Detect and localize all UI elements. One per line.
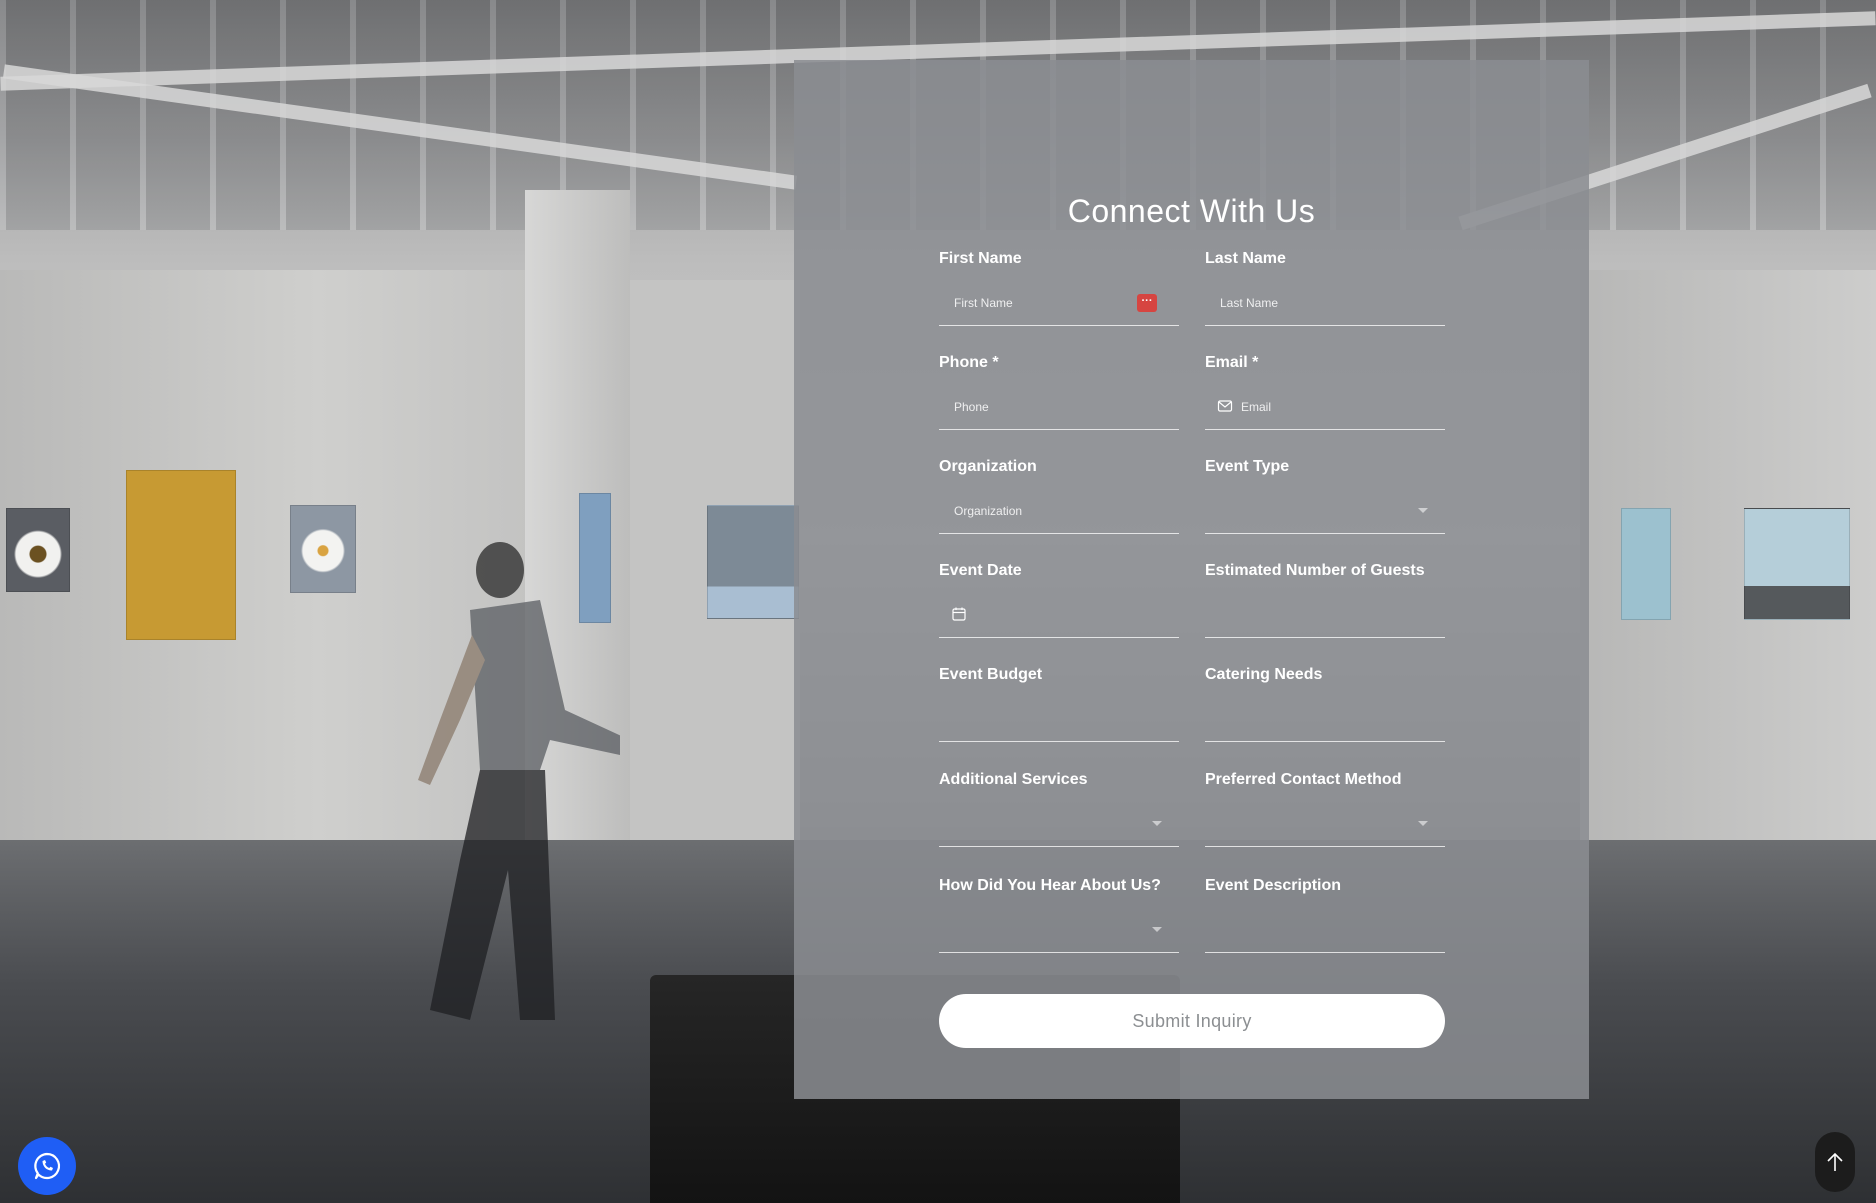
event-type-label: Event Type xyxy=(1205,458,1290,475)
catering-field: Catering Needs xyxy=(1205,666,1445,770)
contact-method-label: Preferred Contact Method xyxy=(1205,771,1402,788)
inquiry-form-panel: Connect With Us First Name First Name ··… xyxy=(794,60,1589,1099)
budget-input[interactable] xyxy=(939,694,1179,742)
event-type-field: Event Type xyxy=(1205,458,1445,562)
scroll-to-top-button[interactable] xyxy=(1815,1132,1855,1192)
last-name-input[interactable]: Last Name xyxy=(1205,278,1445,326)
email-label: Email * xyxy=(1205,354,1259,371)
phone-placeholder: Phone xyxy=(954,400,989,414)
guests-input[interactable] xyxy=(1205,590,1445,638)
first-name-field: First Name First Name ··· xyxy=(939,250,1179,354)
chevron-down-icon xyxy=(1418,821,1428,826)
heard-about-field: How Did You Hear About Us? xyxy=(939,877,1179,981)
phone-label: Phone * xyxy=(939,354,999,371)
description-label: Event Description xyxy=(1205,877,1342,894)
last-name-field: Last Name Last Name xyxy=(1205,250,1445,354)
first-name-placeholder: First Name xyxy=(954,296,1013,310)
guests-field: Estimated Number of Guests xyxy=(1205,562,1445,666)
email-placeholder: Email xyxy=(1241,400,1272,414)
walking-person xyxy=(418,542,620,1020)
heard-about-label: How Did You Hear About Us? xyxy=(939,877,1161,894)
contact-method-select[interactable] xyxy=(1205,799,1445,847)
calendar-icon xyxy=(952,607,966,621)
submit-inquiry-button[interactable]: Submit Inquiry xyxy=(939,994,1445,1048)
mail-icon xyxy=(1217,400,1233,412)
email-input[interactable]: Email xyxy=(1205,382,1445,430)
event-date-label: Event Date xyxy=(939,562,1022,579)
budget-label: Event Budget xyxy=(939,666,1043,683)
guests-label: Estimated Number of Guests xyxy=(1205,562,1425,579)
organization-input[interactable]: Organization xyxy=(939,486,1179,534)
artwork-bird xyxy=(1744,508,1850,620)
last-name-label: Last Name xyxy=(1205,250,1286,267)
event-type-select[interactable] xyxy=(1205,486,1445,534)
last-name-placeholder: Last Name xyxy=(1220,296,1279,310)
whatsapp-icon xyxy=(34,1152,61,1180)
artwork-teal xyxy=(1621,508,1671,620)
catering-input[interactable] xyxy=(1205,694,1445,742)
password-manager-icon[interactable]: ··· xyxy=(1137,294,1157,312)
first-name-input[interactable]: First Name ··· xyxy=(939,278,1179,326)
chevron-down-icon xyxy=(1152,927,1162,932)
form-title: Connect With Us xyxy=(1067,193,1316,229)
organization-field: Organization Organization xyxy=(939,458,1179,562)
organization-placeholder: Organization xyxy=(954,504,1023,518)
first-name-label: First Name xyxy=(939,250,1022,267)
contact-method-field: Preferred Contact Method xyxy=(1205,771,1445,875)
chevron-down-icon xyxy=(1418,508,1428,513)
artwork-yellow xyxy=(126,470,236,640)
budget-field: Event Budget xyxy=(939,666,1179,770)
description-textarea[interactable] xyxy=(1205,905,1445,953)
phone-input[interactable]: Phone xyxy=(939,382,1179,430)
event-date-field: Event Date xyxy=(939,562,1179,666)
whatsapp-button[interactable] xyxy=(18,1137,76,1195)
phone-field: Phone * Phone xyxy=(939,354,1179,458)
email-field: Email * Email xyxy=(1205,354,1445,458)
additional-services-select[interactable] xyxy=(939,799,1179,847)
catering-label: Catering Needs xyxy=(1205,666,1323,683)
organization-label: Organization xyxy=(939,458,1037,475)
chevron-down-icon xyxy=(1152,821,1162,826)
arrow-up-icon xyxy=(1827,1152,1843,1171)
description-field: Event Description xyxy=(1205,877,1445,981)
additional-services-field: Additional Services xyxy=(939,771,1179,875)
artwork-flower xyxy=(290,505,356,593)
artwork-seascape xyxy=(707,505,799,619)
heard-about-select[interactable] xyxy=(939,905,1179,953)
additional-services-label: Additional Services xyxy=(939,771,1088,788)
artwork-daisy xyxy=(6,508,70,592)
event-date-input[interactable] xyxy=(939,590,1179,638)
